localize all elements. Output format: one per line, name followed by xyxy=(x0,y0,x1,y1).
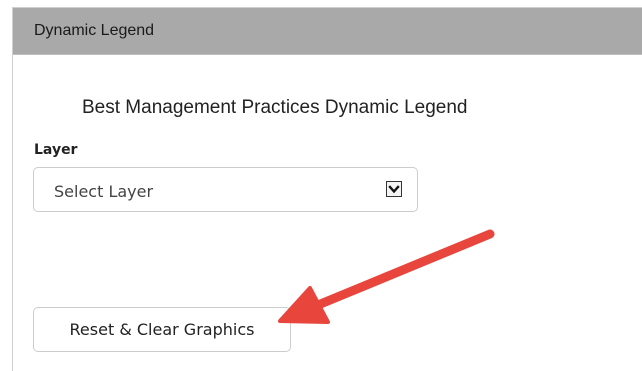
layer-label: Layer xyxy=(34,142,78,158)
reset-clear-graphics-button[interactable]: Reset & Clear Graphics xyxy=(33,307,291,352)
panel-title: Dynamic Legend xyxy=(34,22,155,39)
layer-select[interactable]: Select Layer xyxy=(33,167,418,212)
layer-select-value: Select Layer xyxy=(54,182,154,201)
panel-header[interactable]: Dynamic Legend xyxy=(13,8,642,55)
chevron-down-icon[interactable] xyxy=(386,181,402,197)
legend-heading: Best Management Practices Dynamic Legend xyxy=(82,97,468,118)
